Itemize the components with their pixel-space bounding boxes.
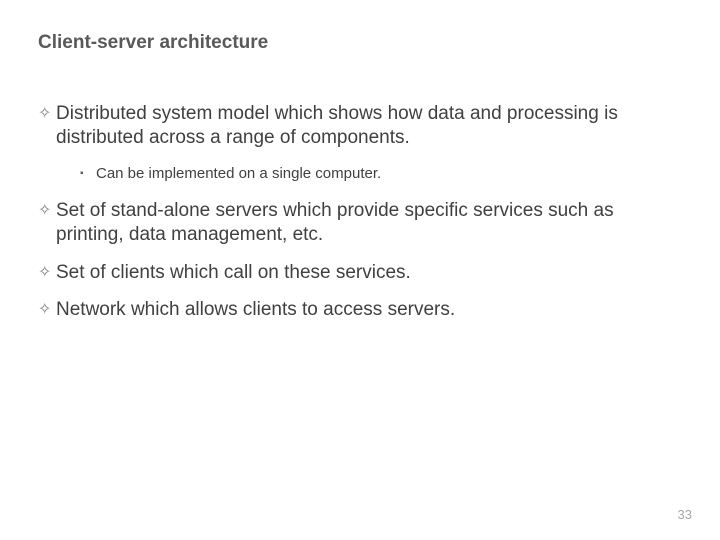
diamond-icon: ✧ [38, 102, 56, 124]
bullet-list: ✧ Distributed system model which shows h… [38, 102, 682, 322]
diamond-icon: ✧ [38, 261, 56, 283]
slide-title: Client-server architecture [38, 32, 682, 54]
bullet-item: ✧ Distributed system model which shows h… [38, 102, 682, 150]
slide: Client-server architecture ✧ Distributed… [0, 0, 720, 322]
bullet-text: Distributed system model which shows how… [56, 102, 682, 150]
bullet-item: ✧ Network which allows clients to access… [38, 298, 682, 322]
diamond-icon: ✧ [38, 298, 56, 320]
bullet-text: Network which allows clients to access s… [56, 298, 682, 322]
sub-bullet-item: ▪ Can be implemented on a single compute… [80, 164, 682, 184]
bullet-item: ✧ Set of stand-alone servers which provi… [38, 199, 682, 247]
bullet-text: Set of stand-alone servers which provide… [56, 199, 682, 247]
bullet-text: Set of clients which call on these servi… [56, 261, 682, 285]
bullet-item: ✧ Set of clients which call on these ser… [38, 261, 682, 285]
sub-bullet-text: Can be implemented on a single computer. [96, 164, 682, 184]
diamond-icon: ✧ [38, 199, 56, 221]
page-number: 33 [678, 507, 692, 522]
square-icon: ▪ [80, 164, 96, 180]
